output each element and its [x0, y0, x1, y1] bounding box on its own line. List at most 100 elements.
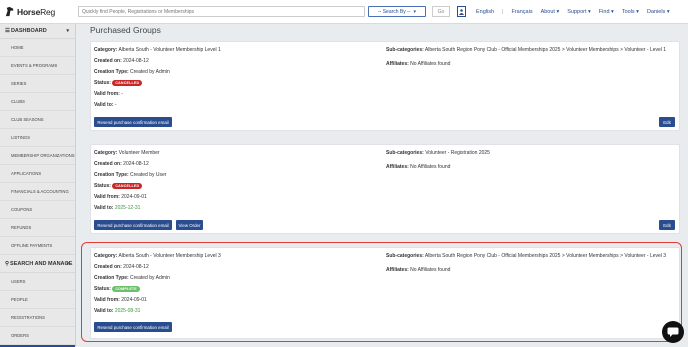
creation-type-row: Creation Type: Created by Admin	[94, 69, 170, 75]
chevron-down-icon: ▾	[413, 8, 417, 15]
chevron-down-icon: ▾	[66, 28, 69, 34]
sidebar-item-home[interactable]: HOME	[0, 39, 75, 57]
purchased-group-card: Category: Volunteer Member Created on: 2…	[90, 144, 680, 234]
nav-separator: |	[502, 9, 504, 15]
sidebar-section-title: DASHBOARD	[10, 28, 47, 34]
subcategories-value: Alberta South Region Pony Club - Officia…	[424, 253, 667, 259]
purchased-group-card: Category: Alberta South - Volunteer Memb…	[90, 247, 680, 339]
person-icon	[459, 8, 464, 15]
subcategories-row: Sub-categories: Alberta South Region Pon…	[386, 47, 667, 53]
valid-from-row: Valid from: 2024-09-01	[94, 297, 147, 303]
nav-english[interactable]: English	[476, 9, 494, 15]
subcategories-row: Sub-categories: Alberta South Region Pon…	[386, 253, 667, 259]
sidebar-item-applications[interactable]: APPLICATIONS	[0, 165, 75, 183]
resend-confirmation-button[interactable]: Resend purchase confirmation email	[94, 117, 172, 127]
sidebar-item-clubs[interactable]: CLUBS	[0, 93, 75, 111]
go-button[interactable]: Go	[432, 6, 450, 17]
search-icon: ⚲	[5, 260, 10, 267]
sidebar-item-orders[interactable]: ORDERS	[0, 327, 75, 345]
status-badge: CANCELLED	[112, 183, 143, 189]
valid-to-row: Valid to: 2025-12-31	[94, 205, 141, 211]
search-by-select[interactable]: -- Search By -- ▾	[368, 6, 426, 17]
sidebar-item-users[interactable]: USERS	[0, 273, 75, 291]
subcategories-row: Sub-categories: Volunteer - Registration…	[386, 150, 490, 156]
sidebar-section-search-manage[interactable]: ⚲ SEARCH AND MANAGE ▾	[0, 255, 75, 273]
valid-from-row: Valid from: 2024-09-01	[94, 194, 147, 200]
nav-francais[interactable]: Français	[511, 9, 532, 15]
resend-confirmation-button[interactable]: Resend purchase confirmation email	[94, 322, 172, 332]
valid-to-row: Valid to: -	[94, 102, 117, 108]
created-on-value: 2024-08-12	[123, 264, 149, 270]
category-value: Alberta South - Volunteer Membership Lev…	[118, 253, 221, 259]
top-bar: HorseReg -- Search By -- ▾ Go English | …	[0, 0, 688, 24]
nav-tools[interactable]: Tools ▾	[622, 9, 639, 15]
created-on-row: Created on: 2024-08-12	[94, 58, 149, 64]
sidebar-item-membership-organizations[interactable]: MEMBERSHIP ORGANIZATIONS	[0, 147, 75, 165]
sidebar-item-refunds[interactable]: REFUNDS	[0, 219, 75, 237]
affiliates-row: Affiliates: No Affiliates found	[386, 164, 451, 170]
valid-from-row: Valid from: -	[94, 91, 123, 97]
status-row: Status: CANCELLED	[94, 80, 143, 86]
dashboard-icon: ☰	[5, 28, 10, 34]
global-search-input[interactable]	[78, 6, 365, 17]
valid-from-value: 2024-09-01	[121, 297, 147, 303]
affiliates-value: No Affiliates found	[410, 61, 451, 67]
valid-from-value: -	[121, 91, 123, 97]
sidebar-item-listings[interactable]: LISTINGS	[0, 129, 75, 147]
creation-type-row: Creation Type: Created by Admin	[94, 275, 170, 281]
sidebar-item-registrations[interactable]: REGISTRATIONS	[0, 309, 75, 327]
sidebar-item-people[interactable]: PEOPLE	[0, 291, 75, 309]
nav-find[interactable]: Find ▾	[599, 9, 614, 15]
status-row: Status: CANCELLED	[94, 183, 143, 189]
sidebar-item-offline-payments[interactable]: OFFLINE PAYMENTS	[0, 237, 75, 255]
chat-widget-button[interactable]	[662, 321, 684, 343]
chevron-down-icon: ▾	[66, 260, 69, 267]
sidebar-item-events-programs[interactable]: EVENTS & PROGRAMS	[0, 57, 75, 75]
category-row: Category: Volunteer Member	[94, 150, 160, 156]
brand-logo[interactable]: HorseReg	[0, 0, 76, 24]
resend-confirmation-button[interactable]: Resend purchase confirmation email	[94, 220, 172, 230]
top-nav: English | Français About ▾ Support ▾ Fin…	[476, 0, 678, 24]
search-by-label: -- Search By --	[377, 8, 411, 15]
created-on-value: 2024-08-12	[123, 161, 149, 167]
affiliates-row: Affiliates: No Affiliates found	[386, 267, 451, 273]
edit-button[interactable]: Edit	[659, 117, 675, 127]
nav-support[interactable]: Support ▾	[567, 9, 591, 15]
sidebar-item-series[interactable]: SERIES	[0, 75, 75, 93]
sidebar-item-club-seasons[interactable]: CLUB SEASONS	[0, 111, 75, 129]
category-row: Category: Alberta South - Volunteer Memb…	[94, 253, 221, 259]
status-badge: CANCELLED	[112, 80, 143, 86]
sidebar-section-dashboard[interactable]: ☰ DASHBOARD ▾	[0, 24, 75, 39]
sidebar: ☰ DASHBOARD ▾ HOME EVENTS & PROGRAMS SER…	[0, 24, 76, 347]
chat-bubble-icon	[667, 327, 679, 337]
sidebar-item-coupons[interactable]: COUPONS	[0, 201, 75, 219]
page-title: Purchased Groups	[90, 25, 161, 35]
nav-user-menu[interactable]: Daniels ▾	[647, 9, 670, 15]
person-search-button[interactable]	[457, 6, 466, 17]
main-content: Purchased Groups Category: Alberta South…	[84, 24, 688, 347]
sidebar-item-financials[interactable]: FINANCIALS & ACCOUNTING	[0, 183, 75, 201]
edit-button[interactable]: Edit	[659, 220, 675, 230]
valid-from-value: 2024-09-01	[121, 194, 147, 200]
creation-type-value: Created by Admin	[130, 69, 170, 75]
subcategories-value: Alberta South Region Pony Club - Officia…	[424, 47, 667, 53]
valid-to-row: Valid to: 2025-08-31	[94, 308, 141, 314]
subcategories-value: Volunteer - Registration 2025	[425, 150, 490, 156]
category-row: Category: Alberta South - Volunteer Memb…	[94, 47, 221, 53]
created-on-row: Created on: 2024-08-12	[94, 264, 149, 270]
category-value: Alberta South - Volunteer Membership Lev…	[118, 47, 221, 53]
created-on-value: 2024-08-12	[123, 58, 149, 64]
creation-type-value: Created by Admin	[130, 275, 170, 281]
affiliates-row: Affiliates: No Affiliates found	[386, 61, 451, 67]
creation-type-value: Created by User	[130, 172, 167, 178]
valid-to-value: 2025-12-31	[114, 205, 141, 211]
affiliates-value: No Affiliates found	[410, 164, 451, 170]
brand-name: HorseReg	[17, 6, 56, 17]
nav-about[interactable]: About ▾	[541, 9, 560, 15]
status-row: Status: COMPLETE	[94, 286, 140, 292]
affiliates-value: No Affiliates found	[410, 267, 451, 273]
category-value: Volunteer Member	[118, 150, 160, 156]
purchased-group-card: Category: Alberta South - Volunteer Memb…	[90, 41, 680, 131]
valid-to-value: -	[114, 102, 117, 108]
view-order-button[interactable]: View Order	[176, 220, 203, 230]
